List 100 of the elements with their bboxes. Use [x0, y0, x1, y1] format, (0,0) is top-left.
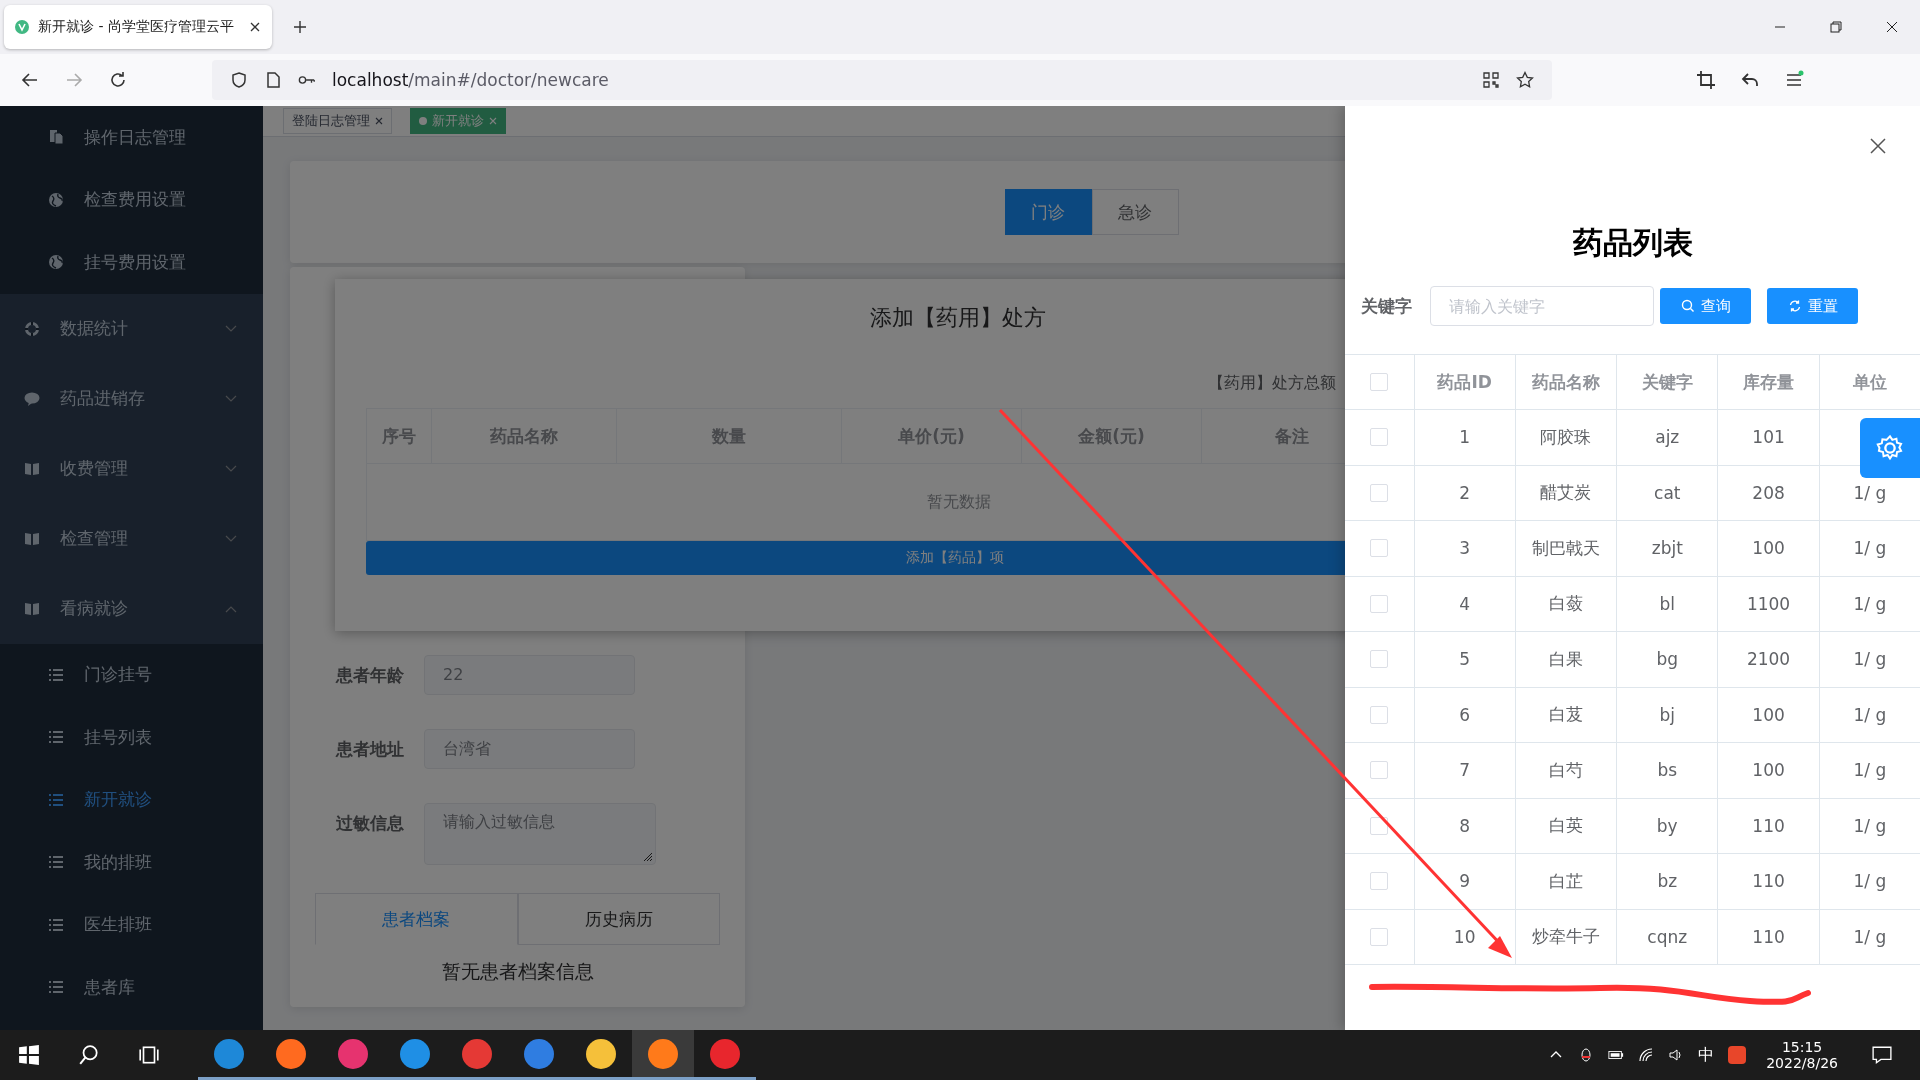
table-cell: 2100 [1717, 632, 1819, 687]
menu-group-label: 药品进销存 [60, 387, 146, 410]
clock[interactable]: 15:15 2022/8/26 [1766, 1039, 1838, 1071]
bookmark-star-icon[interactable] [1516, 71, 1534, 89]
ring-icon [24, 320, 40, 337]
table-cell: 1/ g [1818, 687, 1920, 742]
checkbox[interactable] [1370, 428, 1389, 447]
browser-tab[interactable]: 新开就诊 - 尚学堂医疗管理云平 [4, 5, 272, 49]
table-cell: zbjt [1616, 521, 1718, 576]
table-cell: bg [1616, 632, 1718, 687]
input-method-indicator[interactable]: 中 [1698, 1044, 1715, 1066]
dialog-title: 添加【药用】处方 [870, 304, 1046, 332]
restore-icon[interactable] [1829, 20, 1843, 34]
checkbox[interactable] [1370, 483, 1389, 502]
menu-group-label: 看病就诊 [60, 597, 129, 620]
table-cell: 10 [1413, 909, 1515, 964]
tab[interactable]: 患者档案 [315, 893, 518, 945]
table-cell: 制巴戟天 [1514, 521, 1617, 576]
table-cell: 白果 [1514, 632, 1617, 687]
table-cell: 7 [1413, 743, 1515, 798]
table-cell: 208 [1717, 465, 1819, 520]
table-cell: 炒牵牛子 [1514, 909, 1617, 964]
table-cell: 110 [1717, 909, 1819, 964]
table-cell: 4 [1413, 576, 1515, 631]
windows-logo-icon[interactable] [18, 1044, 40, 1066]
url-field[interactable]: localhost/main#/doctor/newcare [332, 70, 609, 90]
table-cell: 5 [1413, 632, 1515, 687]
table-cell: 110 [1717, 798, 1819, 853]
page-icon[interactable] [264, 71, 282, 89]
speech-bubble-icon [24, 390, 40, 407]
search-label: 关键字 [1361, 294, 1412, 318]
shield-icon[interactable] [230, 71, 248, 89]
new-tab-icon[interactable] [292, 19, 308, 35]
column-header: 药品名称 [1514, 355, 1617, 409]
list-icon [48, 854, 64, 871]
checkbox[interactable] [1370, 539, 1389, 558]
tab-title: 新开就诊 - 尚学堂医疗管理云平 [38, 18, 235, 36]
column-header: 药品ID [1413, 355, 1515, 409]
checkbox[interactable] [1370, 594, 1389, 613]
visit-type-button[interactable]: 急诊 [1091, 189, 1179, 235]
list-icon [48, 791, 64, 808]
input-field[interactable]: 22 [424, 655, 635, 695]
checkbox[interactable] [1370, 650, 1389, 669]
table-cell: 1/ g [1818, 798, 1920, 853]
list-icon [48, 979, 64, 996]
empty-message: 暂无患者档案信息 [440, 959, 595, 984]
search-icon[interactable] [78, 1044, 100, 1066]
search-icon [1680, 299, 1695, 313]
column-header: 库存量 [1717, 355, 1819, 409]
tab[interactable]: 历史病历 [517, 893, 720, 945]
menu-group[interactable]: 数据统计 [0, 293, 263, 364]
table-cell: 2 [1413, 465, 1515, 520]
keyword-field[interactable]: 请输入关键字 [1430, 286, 1654, 326]
table-cell: 1/ g [1818, 632, 1920, 687]
page-tag[interactable]: 登陆日志管理 [283, 108, 392, 134]
menu-group[interactable]: 看病就诊 [0, 573, 263, 644]
page-tag[interactable]: 新开就诊 [410, 108, 506, 134]
reset-button[interactable]: 重置 [1767, 288, 1858, 324]
textarea-field[interactable]: 请输入过敏信息 [424, 803, 656, 865]
checkbox[interactable] [1370, 705, 1389, 724]
resize-grip-icon[interactable] [641, 850, 653, 862]
wifi-icon[interactable] [1638, 1047, 1655, 1063]
table-cell: 1/ g [1818, 576, 1920, 631]
menu-group[interactable]: 药品进销存 [0, 363, 263, 434]
table-cell: 6 [1413, 687, 1515, 742]
table-cell: 白芍 [1514, 743, 1617, 798]
table-cell: 8 [1413, 798, 1515, 853]
task-view-icon[interactable] [138, 1044, 160, 1066]
list-icon [48, 916, 64, 933]
menu-group[interactable]: 检查管理 [0, 503, 263, 574]
checkbox[interactable] [1370, 761, 1389, 780]
table-cell: 100 [1717, 743, 1819, 798]
globe-icon [48, 191, 64, 208]
checkbox[interactable] [1370, 373, 1389, 391]
checkbox[interactable] [1370, 927, 1389, 946]
notification-icon[interactable] [1872, 1045, 1892, 1065]
table-cell: ajz [1616, 410, 1718, 465]
field-label: 患者地址 [336, 738, 405, 761]
list-icon [48, 729, 64, 746]
table-cell: 1/ g [1818, 743, 1920, 798]
table-cell: 1/ g [1818, 854, 1920, 909]
list-icon [48, 666, 64, 683]
table-cell: 1/ g [1818, 909, 1920, 964]
menu-group[interactable]: 收费管理 [0, 433, 263, 504]
table-cell: bs [1616, 743, 1718, 798]
checkbox[interactable] [1370, 872, 1389, 891]
close-icon[interactable] [1869, 137, 1887, 155]
crop-icon[interactable] [1696, 70, 1716, 90]
input-field[interactable]: 台湾省 [424, 729, 635, 769]
settings-button[interactable] [1860, 418, 1920, 478]
search-button[interactable]: 查询 [1660, 288, 1751, 324]
reload-icon[interactable] [108, 70, 128, 90]
table-cell: 1100 [1717, 576, 1819, 631]
status-dot [419, 117, 427, 125]
book-icon [24, 600, 40, 617]
visit-type-button[interactable]: 门诊 [1004, 189, 1092, 235]
vue-logo-icon [14, 19, 30, 35]
close-icon[interactable] [1885, 20, 1899, 34]
qr-code-icon[interactable] [1482, 71, 1500, 89]
close-icon[interactable] [248, 20, 262, 34]
